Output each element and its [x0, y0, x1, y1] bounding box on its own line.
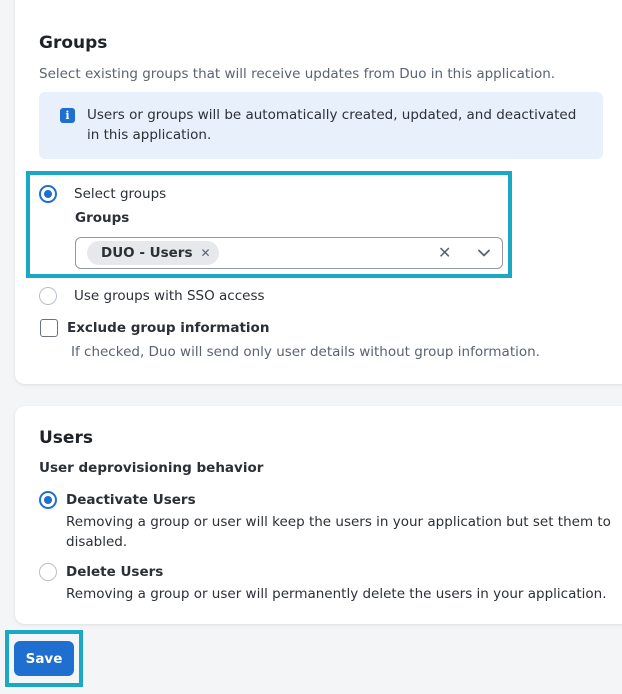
deactivate-users-label[interactable]: Deactivate Users: [66, 492, 196, 508]
groups-title: Groups: [39, 33, 108, 53]
deactivate-users-desc: Removing a group or user will keep the u…: [66, 514, 611, 550]
clear-selection-icon[interactable]: ✕: [438, 243, 451, 263]
save-button[interactable]: Save: [14, 641, 74, 676]
groups-card: Groups Select existing groups that will …: [15, 0, 622, 384]
groups-field-label: Groups: [75, 210, 130, 226]
groups-select[interactable]: DUO - Users ✕ ✕: [75, 237, 503, 269]
deactivate-users-radio[interactable]: [39, 491, 57, 509]
select-groups-radio[interactable]: [39, 185, 57, 203]
deprovisioning-label: User deprovisioning behavior: [39, 460, 264, 476]
delete-users-radio[interactable]: [39, 563, 57, 581]
sso-groups-radio[interactable]: [39, 287, 57, 305]
chevron-down-icon[interactable]: [475, 244, 493, 262]
info-icon: i: [60, 108, 75, 123]
delete-users-label[interactable]: Delete Users: [66, 564, 163, 580]
users-title: Users: [39, 428, 93, 448]
select-groups-label[interactable]: Select groups: [74, 186, 166, 202]
sso-groups-label[interactable]: Use groups with SSO access: [74, 288, 265, 304]
exclude-group-help: If checked, Duo will send only user deta…: [71, 344, 540, 360]
group-chip-label: DUO - Users: [101, 245, 193, 261]
info-banner: i Users or groups will be automatically …: [39, 92, 603, 159]
group-chip: DUO - Users ✕: [87, 241, 219, 265]
users-card: Users User deprovisioning behavior Deact…: [15, 406, 622, 624]
info-text: Users or groups will be automatically cr…: [87, 107, 577, 143]
groups-description: Select existing groups that will receive…: [39, 66, 556, 82]
delete-users-desc: Removing a group or user will permanentl…: [66, 586, 607, 602]
exclude-group-checkbox[interactable]: [40, 319, 58, 337]
close-icon[interactable]: ✕: [200, 241, 210, 265]
exclude-group-label[interactable]: Exclude group information: [67, 320, 269, 336]
